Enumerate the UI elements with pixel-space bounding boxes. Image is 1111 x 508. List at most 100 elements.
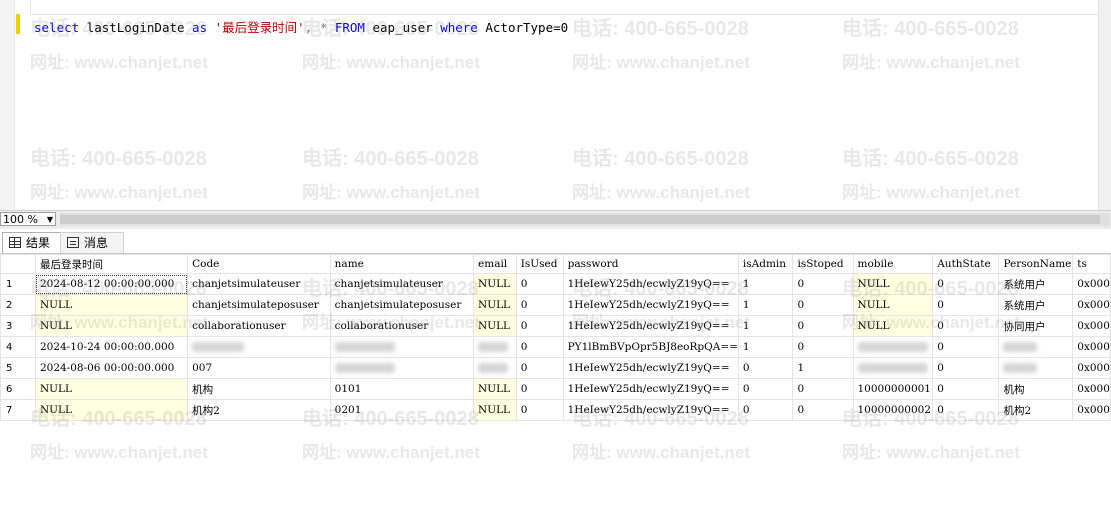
- table-cell[interactable]: [329, 357, 475, 379]
- table-cell[interactable]: NULL: [473, 399, 517, 421]
- column-header[interactable]: isStoped: [792, 254, 854, 274]
- table-cell[interactable]: 0: [932, 294, 1000, 316]
- table-cell[interactable]: 1HeIewY25dh/ecwlyZ19yQ==: [562, 294, 739, 316]
- table-row[interactable]: 5 2024-08-06 00:00:00.000 007 0 1HeIewY25dh/…: [0, 357, 1111, 379]
- scrollbar-thumb[interactable]: [60, 215, 1100, 224]
- row-number[interactable]: 4: [0, 336, 36, 358]
- results-grid[interactable]: 最后登录时间 Code name email IsUsed password isAdmin…: [0, 254, 1111, 421]
- table-cell[interactable]: chanjetsimulateposuser: [329, 294, 475, 316]
- table-cell[interactable]: 1HeIewY25dh/ecwlyZ19yQ==: [562, 399, 739, 421]
- table-cell[interactable]: NULL: [473, 273, 517, 295]
- table-cell[interactable]: 0x000: [1072, 273, 1111, 295]
- table-cell[interactable]: [187, 336, 331, 358]
- column-header[interactable]: PersonName: [998, 254, 1074, 274]
- table-cell[interactable]: 0: [515, 294, 564, 316]
- table-cell[interactable]: 1HeIewY25dh/ecwlyZ19yQ==: [562, 315, 739, 337]
- table-cell[interactable]: 0: [515, 357, 564, 379]
- table-cell[interactable]: 0x000: [1072, 294, 1111, 316]
- table-cell[interactable]: 10000000002: [852, 399, 934, 421]
- table-cell[interactable]: 007: [187, 357, 331, 379]
- table-cell[interactable]: 0: [515, 336, 564, 358]
- table-cell[interactable]: chanjetsimulateuser: [329, 273, 475, 295]
- table-cell[interactable]: 0: [792, 294, 854, 316]
- editor-horizontal-scrollbar[interactable]: [60, 213, 1110, 226]
- table-cell[interactable]: 机构2: [187, 399, 331, 421]
- table-cell[interactable]: 0: [792, 399, 854, 421]
- table-cell[interactable]: NULL: [852, 294, 934, 316]
- table-cell[interactable]: [852, 336, 934, 358]
- row-number-header[interactable]: [0, 254, 36, 274]
- table-cell[interactable]: 1: [737, 336, 794, 358]
- zoom-select[interactable]: 100 % ▼: [0, 212, 56, 226]
- row-number[interactable]: 7: [0, 399, 36, 421]
- table-cell[interactable]: NULL: [852, 315, 934, 337]
- table-cell[interactable]: NULL: [34, 378, 189, 400]
- table-cell[interactable]: [998, 357, 1074, 379]
- table-cell[interactable]: 0: [737, 378, 794, 400]
- column-header[interactable]: email: [473, 254, 517, 274]
- row-number[interactable]: 6: [0, 378, 36, 400]
- table-cell[interactable]: 1HeIewY25dh/ecwlyZ19yQ==: [562, 357, 739, 379]
- column-header[interactable]: name: [329, 254, 475, 274]
- row-number[interactable]: 3: [0, 315, 36, 337]
- table-cell[interactable]: 0: [792, 336, 854, 358]
- table-cell[interactable]: 2024-08-06 00:00:00.000: [34, 357, 189, 379]
- table-cell[interactable]: [329, 336, 475, 358]
- row-number[interactable]: 1: [0, 273, 36, 295]
- column-header[interactable]: mobile: [852, 254, 934, 274]
- table-cell[interactable]: 10000000001: [852, 378, 934, 400]
- sql-query-line[interactable]: select lastLoginDate as '最后登录时间', * FROM…: [34, 17, 568, 36]
- table-cell[interactable]: 1: [737, 294, 794, 316]
- row-number[interactable]: 5: [0, 357, 36, 379]
- table-cell[interactable]: PY1lBmBVpOpr5BJ8eoRpQA==: [562, 336, 739, 358]
- table-cell[interactable]: 0: [515, 315, 564, 337]
- column-header[interactable]: ts: [1072, 254, 1111, 274]
- table-row[interactable]: 2 NULL chanjetsimulateposuser chanjetsimula…: [0, 294, 1111, 316]
- column-header[interactable]: isAdmin: [737, 254, 794, 274]
- column-header[interactable]: 最后登录时间: [34, 254, 189, 274]
- table-cell[interactable]: 1: [737, 315, 794, 337]
- table-cell[interactable]: NULL: [34, 294, 189, 316]
- table-cell[interactable]: 0: [737, 399, 794, 421]
- table-cell[interactable]: 0: [932, 315, 1000, 337]
- table-cell[interactable]: 协同用户: [998, 315, 1074, 337]
- table-cell[interactable]: NULL: [34, 315, 189, 337]
- table-cell[interactable]: 0201: [329, 399, 475, 421]
- table-cell[interactable]: NULL: [473, 378, 517, 400]
- table-cell[interactable]: 0: [515, 378, 564, 400]
- table-cell[interactable]: 0: [932, 378, 1000, 400]
- table-cell[interactable]: 0x000: [1072, 357, 1111, 379]
- table-cell[interactable]: 机构: [998, 378, 1074, 400]
- column-header[interactable]: Code: [187, 254, 331, 274]
- table-cell[interactable]: 机构: [187, 378, 331, 400]
- table-cell[interactable]: 0x000: [1072, 315, 1111, 337]
- table-cell[interactable]: 机构2: [998, 399, 1074, 421]
- table-cell[interactable]: 0: [515, 399, 564, 421]
- table-cell[interactable]: 0x000: [1072, 399, 1111, 421]
- column-header[interactable]: AuthState: [932, 254, 1000, 274]
- table-cell[interactable]: 系统用户: [998, 273, 1074, 295]
- table-cell[interactable]: 0: [932, 357, 1000, 379]
- table-cell[interactable]: 2024-10-24 00:00:00.000: [34, 336, 189, 358]
- table-cell[interactable]: 0x000: [1072, 336, 1111, 358]
- table-row[interactable]: 3 NULL collaborationuser collaborationuser N…: [0, 315, 1111, 337]
- table-cell[interactable]: 0: [792, 273, 854, 295]
- table-cell[interactable]: 2024-08-12 00:00:00.000: [34, 273, 189, 295]
- table-cell[interactable]: 0x000: [1072, 378, 1111, 400]
- table-cell[interactable]: NULL: [473, 315, 517, 337]
- table-cell[interactable]: 0: [932, 399, 1000, 421]
- table-cell[interactable]: 0: [932, 273, 1000, 295]
- column-header[interactable]: IsUsed: [515, 254, 564, 274]
- table-cell[interactable]: chanjetsimulateuser: [187, 273, 331, 295]
- table-cell[interactable]: 0: [737, 357, 794, 379]
- table-cell[interactable]: NULL: [473, 294, 517, 316]
- table-cell[interactable]: [852, 357, 934, 379]
- editor-vertical-scrollbar[interactable]: [1098, 0, 1111, 210]
- table-cell[interactable]: 1: [737, 273, 794, 295]
- tab-messages[interactable]: 消息: [60, 232, 124, 253]
- table-cell[interactable]: 0: [792, 315, 854, 337]
- table-cell[interactable]: 系统用户: [998, 294, 1074, 316]
- tab-results[interactable]: 结果: [2, 232, 66, 253]
- table-row[interactable]: 6 NULL 机构 0101 NULL 0 1HeIewY25dh/ecwlyZ19yQ==…: [0, 378, 1111, 400]
- table-cell[interactable]: [473, 357, 517, 379]
